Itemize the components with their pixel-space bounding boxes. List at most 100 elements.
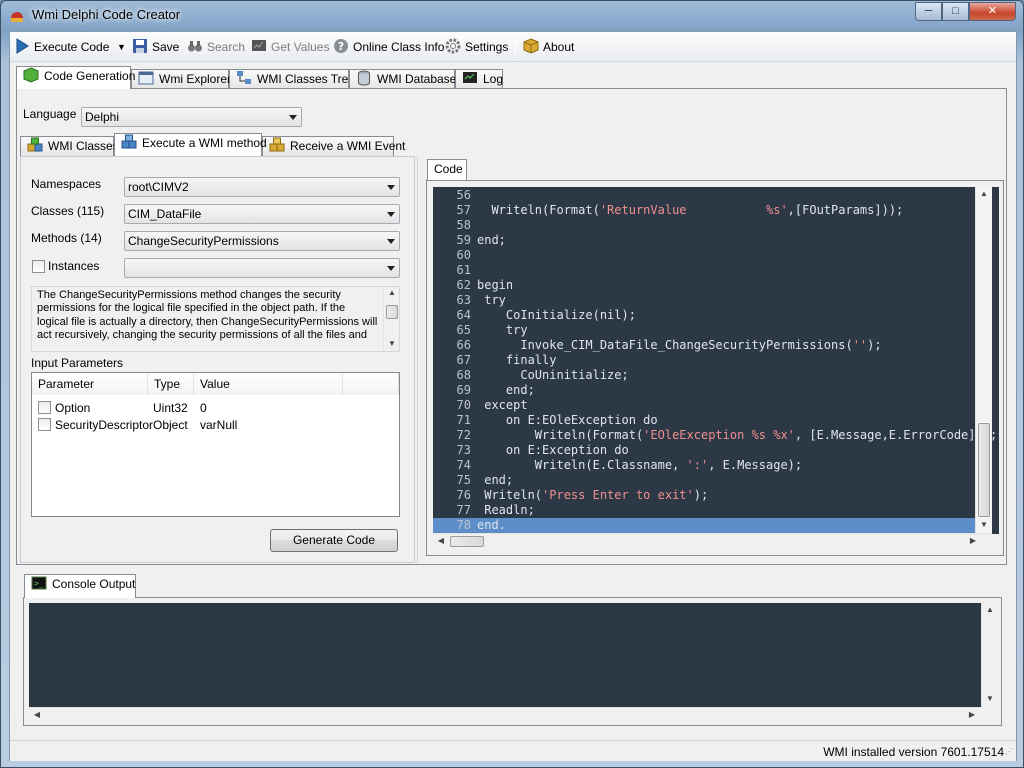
scroll-left-arrow[interactable]: ◀: [29, 710, 45, 719]
code-line[interactable]: 74 Writeln(E.Classname, ':', E.Message);: [433, 458, 981, 473]
tree-icon: [237, 71, 251, 84]
generate-code-button[interactable]: Generate Code: [270, 529, 398, 552]
tab-console-output[interactable]: >_ Console Output: [24, 574, 136, 598]
tab-wmi-database[interactable]: WMI Database: [349, 69, 456, 89]
about-button[interactable]: About: [523, 38, 574, 56]
tab-log[interactable]: Log: [455, 69, 503, 89]
code-line[interactable]: 72 Writeln(Format('EOleException %s %x',…: [433, 428, 998, 443]
code-line[interactable]: 60: [433, 248, 981, 263]
subtab-wmi-classes[interactable]: WMI Classes: [20, 136, 119, 156]
code-editor[interactable]: 56 57 Writeln(Format('ReturnValue %s',[FO…: [433, 187, 999, 534]
online-class-info-button[interactable]: ? Online Class Info: [333, 38, 444, 56]
description-text: The ChangeSecurityPermissions method cha…: [37, 289, 382, 342]
method-description[interactable]: The ChangeSecurityPermissions method cha…: [31, 286, 400, 352]
code-line[interactable]: 77 Readln;: [433, 503, 981, 518]
vertical-splitter[interactable]: [417, 156, 421, 563]
code-line[interactable]: 75 end;: [433, 473, 981, 488]
code-line[interactable]: 66 Invoke_CIM_DataFile_ChangeSecurityPer…: [433, 338, 981, 353]
code-line[interactable]: 65 try: [433, 323, 981, 338]
scroll-right-arrow[interactable]: ▶: [965, 536, 981, 545]
maximize-button[interactable]: □: [942, 2, 969, 21]
scroll-left-arrow[interactable]: ◀: [433, 536, 449, 545]
code-line[interactable]: 64 CoInitialize(nil);: [433, 308, 981, 323]
minimize-button[interactable]: ─: [915, 2, 942, 21]
line-number: 60: [456, 248, 471, 262]
description-line: permissions for the logical file specifi…: [37, 302, 346, 315]
search-label: Search: [207, 40, 246, 54]
column-header-value[interactable]: Value: [194, 373, 343, 395]
code-vertical-scrollbar[interactable]: ▲ ▼: [975, 187, 992, 533]
search-button[interactable]: Search: [187, 38, 245, 56]
code-line[interactable]: 59 end;: [433, 233, 981, 248]
console-vertical-scrollbar[interactable]: ▲ ▼: [981, 603, 998, 707]
code-line[interactable]: 62 begin: [433, 278, 981, 293]
table-row[interactable]: Option Uint32 0: [32, 400, 399, 417]
namespaces-select[interactable]: root\CIMV2: [124, 177, 400, 197]
get-values-label: Get Values: [271, 40, 330, 54]
code-line[interactable]: 63 try: [433, 293, 981, 308]
line-number: 75: [456, 473, 471, 487]
code-line[interactable]: 70 except: [433, 398, 981, 413]
monitor-chart-icon: [252, 40, 266, 51]
param-checkbox[interactable]: [38, 401, 51, 414]
scroll-right-arrow[interactable]: ▶: [964, 710, 980, 719]
execute-code-button[interactable]: Execute Code: [14, 38, 109, 56]
code-line[interactable]: 73 on E:Exception do: [433, 443, 981, 458]
methods-select[interactable]: ChangeSecurityPermissions: [124, 231, 400, 251]
scroll-thumb[interactable]: [978, 423, 990, 517]
scroll-down-arrow[interactable]: ▼: [976, 520, 992, 529]
code-line[interactable]: 61: [433, 263, 981, 278]
classes-select[interactable]: CIM_DataFile: [124, 204, 400, 224]
title-bar[interactable]: Wmi Delphi Code Creator ─ □ ✕: [1, 1, 1024, 31]
get-values-button[interactable]: Get Values: [251, 38, 329, 56]
execute-dropdown-arrow[interactable]: ▼: [117, 38, 126, 56]
language-select[interactable]: Delphi: [81, 107, 302, 127]
scroll-up-arrow[interactable]: ▲: [982, 605, 998, 614]
tab-code[interactable]: Code: [427, 159, 467, 180]
close-button[interactable]: ✕: [969, 2, 1016, 21]
console-horizontal-scrollbar[interactable]: ◀ ▶: [29, 707, 981, 723]
code-line[interactable]: 78 end.: [433, 518, 981, 533]
tab-code-generation[interactable]: Code Generation: [16, 66, 135, 89]
code-line[interactable]: 68 CoUninitialize;: [433, 368, 981, 383]
scroll-thumb[interactable]: [450, 536, 484, 547]
param-checkbox[interactable]: [38, 418, 51, 431]
scroll-up-arrow[interactable]: ▲: [976, 189, 992, 198]
console-output[interactable]: [29, 603, 981, 707]
code-line[interactable]: 67 finally: [433, 353, 981, 368]
param-value[interactable]: varNull: [200, 418, 237, 432]
subtab-receive-wmi-event[interactable]: Receive a WMI Event: [262, 136, 405, 156]
code-line[interactable]: 69 end;: [433, 383, 981, 398]
param-value[interactable]: 0: [200, 401, 207, 415]
code-text: Readln;: [477, 503, 535, 517]
app-icon: [11, 12, 23, 22]
settings-button[interactable]: Settings: [445, 38, 508, 56]
instances-checkbox[interactable]: [32, 260, 45, 273]
input-parameters-list[interactable]: Parameter Type Value Option Uint32 0 Sec…: [31, 372, 400, 517]
scroll-thumb[interactable]: [386, 305, 398, 319]
code-line[interactable]: 71 on E:EOleException do: [433, 413, 981, 428]
description-scrollbar[interactable]: ▲ ▼: [383, 287, 399, 351]
scroll-down-arrow[interactable]: ▼: [384, 339, 399, 348]
column-header-type[interactable]: Type: [148, 373, 194, 395]
code-line[interactable]: 76 Writeln('Press Enter to exit');: [433, 488, 981, 503]
event-cubes-icon: [269, 137, 285, 152]
code-line[interactable]: 57 Writeln(Format('ReturnValue %s',[FOut…: [433, 203, 981, 218]
code-line[interactable]: 56: [433, 188, 981, 203]
line-number: 77: [456, 503, 471, 517]
green-cube-icon: [23, 67, 39, 83]
subtab-execute-wmi-method[interactable]: Execute a WMI method: [114, 133, 267, 156]
tab-wmi-classes-tree[interactable]: WMI Classes Tree: [229, 69, 355, 89]
column-header-parameter[interactable]: Parameter: [32, 373, 148, 395]
resize-grip[interactable]: ⋰: [1005, 748, 1015, 759]
line-number: 57: [456, 203, 471, 217]
table-row[interactable]: SecurityDescriptor Object varNull: [32, 417, 399, 434]
scroll-up-arrow[interactable]: ▲: [384, 288, 399, 297]
save-button[interactable]: Save: [132, 38, 179, 56]
code-horizontal-scrollbar[interactable]: ◀ ▶: [433, 533, 992, 549]
toolbar: Execute Code ▼ Save Search Get Values ? O…: [10, 32, 1016, 62]
scroll-down-arrow[interactable]: ▼: [982, 694, 998, 703]
instances-select[interactable]: [124, 258, 400, 278]
tab-wmi-explorer[interactable]: Wmi Explorer: [131, 69, 231, 89]
code-line[interactable]: 58: [433, 218, 981, 233]
